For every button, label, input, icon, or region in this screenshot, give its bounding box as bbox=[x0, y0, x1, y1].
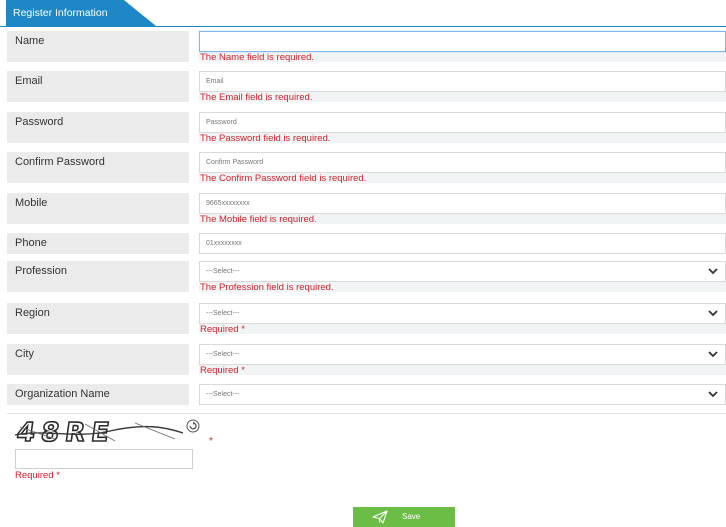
mobile-input[interactable]: 9665xxxxxxxx bbox=[199, 193, 726, 214]
profession-selected: ---Select--- bbox=[206, 268, 240, 275]
captcha-required-mark: * bbox=[209, 436, 213, 447]
paper-plane-icon bbox=[372, 510, 388, 524]
tab-strip: Register Information bbox=[0, 0, 726, 27]
password-error: The Password field is required. bbox=[200, 133, 331, 144]
name-label: Name bbox=[7, 31, 189, 62]
confirm-password-input[interactable]: Confirm Password bbox=[199, 152, 726, 173]
confirm-password-error: The Confirm Password field is required. bbox=[200, 173, 367, 184]
email-error: The Email field is required. bbox=[200, 92, 313, 103]
city-selected: ---Select--- bbox=[206, 351, 240, 358]
region-error: Required * bbox=[200, 324, 245, 335]
city-select[interactable]: ---Select--- bbox=[199, 344, 726, 365]
city-error: Required * bbox=[200, 365, 245, 376]
save-button[interactable]: Save bbox=[353, 507, 455, 527]
captcha-error: Required * bbox=[15, 470, 60, 481]
tab-register-information[interactable]: Register Information bbox=[6, 0, 156, 26]
password-label: Password bbox=[7, 112, 189, 143]
mobile-label: Mobile bbox=[7, 193, 189, 224]
chevron-down-icon bbox=[708, 310, 718, 317]
region-select[interactable]: ---Select--- bbox=[199, 303, 726, 324]
region-label: Region bbox=[7, 303, 189, 334]
chevron-down-icon bbox=[708, 391, 718, 398]
tab-label: Register Information bbox=[13, 7, 108, 19]
captcha-text: 48RE bbox=[15, 419, 117, 444]
captcha-input[interactable] bbox=[15, 449, 193, 469]
divider bbox=[7, 413, 726, 414]
email-input[interactable]: Email bbox=[199, 71, 726, 92]
save-label: Save bbox=[402, 512, 421, 521]
profession-error: The Profession field is required. bbox=[200, 282, 334, 293]
password-input[interactable]: Password bbox=[199, 112, 726, 133]
organization-label: Organization Name bbox=[7, 384, 189, 405]
phone-input[interactable]: 01xxxxxxxx bbox=[199, 233, 726, 254]
profession-label: Profession bbox=[7, 261, 189, 292]
confirm-password-label: Confirm Password bbox=[7, 152, 189, 183]
chevron-down-icon bbox=[708, 268, 718, 275]
phone-label: Phone bbox=[7, 233, 189, 254]
region-selected: ---Select--- bbox=[206, 310, 240, 317]
name-input[interactable] bbox=[199, 31, 726, 52]
profession-select[interactable]: ---Select--- bbox=[199, 261, 726, 282]
refresh-icon[interactable] bbox=[186, 419, 200, 433]
organization-selected: ---Select--- bbox=[206, 391, 240, 398]
email-label: Email bbox=[7, 71, 189, 102]
captcha-image: 48RE bbox=[15, 419, 183, 444]
mobile-error: The Mobile field is required. bbox=[200, 214, 317, 225]
name-error: The Name field is required. bbox=[200, 52, 315, 63]
organization-select[interactable]: ---Select--- bbox=[199, 384, 726, 405]
chevron-down-icon bbox=[708, 351, 718, 358]
city-label: City bbox=[7, 344, 189, 375]
